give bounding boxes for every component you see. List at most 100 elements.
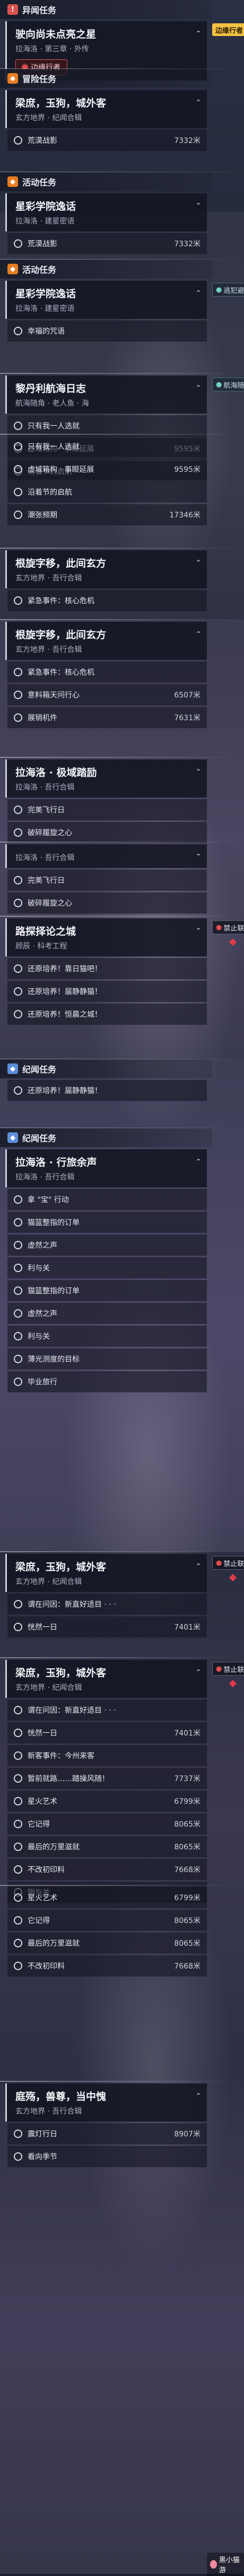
quest-objective-row[interactable]: 震灯行日 8907米 [7, 2123, 207, 2144]
quest-objective-row[interactable]: 紧急事件：核心危机 [7, 661, 207, 683]
quest-objective-row[interactable]: 毕业旅行 [7, 1371, 207, 1392]
quest-objective-row[interactable]: 破碎履旋之心 [7, 892, 207, 914]
collapse-chevron-icon[interactable]: ⌃ [195, 768, 202, 776]
quest-status-tag: ●逃犯避险 [212, 283, 244, 297]
quest-title-card[interactable]: 星彩学院逸话 拉海洛 · 建星密语 ⌃ [5, 281, 207, 319]
quest-objective-row[interactable]: 还原培养！靠日猫吧！ [7, 958, 207, 979]
quest-title: 星彩学院逸话 [15, 201, 76, 212]
objective-ring-icon [14, 422, 22, 430]
quest-objective-row[interactable]: 虚域箱构 · 事眼延展 9595米 [7, 459, 207, 480]
collapse-chevron-icon[interactable]: ⌃ [195, 1668, 202, 1677]
objective-text: 星火艺术 [28, 1894, 57, 1902]
quest-objective-row[interactable]: 暂前就路……踏操风随！ 7737米 [7, 1768, 207, 1789]
quest-objective-row[interactable]: 猫篮整指的订单 [7, 1280, 207, 1301]
collapse-chevron-icon[interactable]: ⌃ [195, 99, 202, 107]
quest-objective-row[interactable]: 恍然一日 7401米 [7, 1616, 207, 1638]
quest-subtitle: 航海随角 · 老人鱼 · 海 [15, 399, 89, 408]
quest-objective-row[interactable]: 猫篮整指的订单 [7, 1212, 207, 1233]
quest-title-card[interactable]: 黎丹利航海日志 航海随角 · 老人鱼 · 海 ⌃ [5, 375, 207, 414]
objective-ring-icon [14, 1378, 22, 1386]
quest-objective-row[interactable]: 完美飞行日 [7, 799, 207, 820]
collapse-chevron-icon[interactable]: ⌃ [195, 202, 202, 210]
quest-category-header[interactable]: ◆ 纪闻任务 [0, 1128, 212, 1147]
quest-objective-row[interactable]: 虚然之声 [7, 1303, 207, 1324]
quest-title-card[interactable]: 梁庶，玉狗，城外客 玄方地界 · 纪闻合辑 ⌃ [5, 1554, 207, 1592]
quest-objective-row[interactable]: 还原培养！届静静猫！ [7, 981, 207, 1002]
quest-title-card[interactable]: 路探择论之城 顾辰 · 科考工程 ⌃ [5, 918, 207, 956]
quest-title: 拉海洛 · 极域踏励 [15, 767, 97, 779]
collapse-chevron-icon[interactable]: ⌃ [195, 1158, 202, 1166]
quest-objective-row[interactable]: 星火艺术 6799米 [7, 1791, 207, 1812]
objective-text: 荒漠战影 [28, 137, 57, 145]
quest-category-header[interactable]: ◆ 活动任务 [0, 172, 212, 191]
quest-category-header[interactable]: ! 异闻任务 [0, 0, 212, 19]
quest-title-card[interactable]: 拉海洛 · 极域踏励 拉海洛 · 吾行合辑 ⌃ [5, 759, 207, 798]
quest-objective-row[interactable]: 不改初印料 7668米 [7, 1955, 207, 1976]
quest-objective-row[interactable]: 谓在问因：新直好适目 · · · [7, 1700, 207, 1721]
quest-objective-row[interactable]: 展销机件 7631米 [7, 707, 207, 728]
quest-objective-row[interactable]: 破碎履旋之心 [7, 822, 207, 843]
quest-objective-row[interactable]: 意料箱天问行心 6507米 [7, 684, 207, 705]
quest-title-card[interactable]: 梁庶，玉狗，城外客 玄方地界 · 纪闻合辑 ⌃ [5, 90, 207, 128]
quest-objective-row[interactable]: 只有我一人选就 [7, 415, 207, 436]
objective-text: 意料箱天问行心 [28, 691, 80, 700]
objective-ring-icon [14, 1962, 22, 1970]
collapse-chevron-icon[interactable]: ⌃ [195, 630, 202, 639]
quest-objective-row[interactable]: 最后的万里滋就 8065米 [7, 1933, 207, 1954]
quest-objective-row[interactable]: 利与关 [7, 1257, 207, 1278]
collapse-chevron-icon[interactable]: ⌃ [195, 384, 202, 392]
quest-objective-row[interactable]: 恍然一日 7401米 [7, 1722, 207, 1743]
quest-objective-row[interactable]: 紧急事件：核心危机 [7, 590, 207, 611]
quest-title-card[interactable]: 梁庶，玉狗，城外客 玄方地界 · 纪闻合辑 ⌃ [5, 1660, 207, 1698]
quest-objective-row[interactable]: 不改初印料 7668米 [7, 1859, 207, 1880]
quest-objective-row[interactable]: 谓在问因：新直好适目 · · · [7, 1594, 207, 1615]
objective-distance: 7737米 [174, 1775, 201, 1783]
quest-objective-row[interactable]: 荒漠战影 7332米 [7, 233, 207, 254]
quest-objective-row[interactable]: 新客事件：今州来客 [7, 1745, 207, 1766]
collapse-chevron-icon[interactable]: ⌃ [195, 2092, 202, 2100]
quest-title-card[interactable]: 星彩学院逸话 拉海洛 · 建星密语 ⌃ [5, 193, 207, 231]
collapse-chevron-icon[interactable]: ⌃ [195, 289, 202, 298]
quest-objective-row[interactable]: 还原培养！届静静猫！ [7, 1080, 207, 1101]
objective-distance: 7668米 [174, 1866, 201, 1874]
quest-objective-row[interactable]: 星火艺术 6799米 [7, 1887, 207, 1908]
objective-text: 还原培养！届静静猫！ [28, 988, 102, 996]
quest-title-card[interactable]: 庭殇，兽尊，当中愧 玄方地界 · 吾行合辑 ⌃ [5, 2083, 207, 2122]
collapse-chevron-icon[interactable]: ⌃ [195, 559, 202, 567]
collapse-chevron-icon[interactable]: ⌃ [195, 927, 202, 935]
quest-objective-row[interactable]: 完美飞行日 [7, 870, 207, 891]
quest-category-header[interactable]: ◆ 纪闻任务 [0, 1059, 212, 1078]
collapse-chevron-icon[interactable]: ⌃ [195, 853, 202, 861]
quest-objective-row[interactable]: 潮张频期 17346米 [7, 504, 207, 525]
quest-objective-row[interactable]: 最后的万里滋就 8065米 [7, 1836, 207, 1857]
quest-objective-row[interactable]: 虚然之声 [7, 1235, 207, 1256]
quest-objective-row[interactable]: 看向季节 [7, 2146, 207, 2167]
quest-objective-row[interactable]: 还原培养！恒晨之城！ [7, 1004, 207, 1025]
quest-group: 路探择论之城 顾辰 · 科考工程 ⌃ 还原培养！靠日猫吧！ 还原培养！届静静猫！ 还原培养… [0, 916, 212, 1025]
collapse-chevron-icon[interactable]: ⌃ [195, 1562, 202, 1571]
objective-distance: 7631米 [174, 714, 201, 722]
quest-title-card[interactable]: 根旋字移，此间玄方 玄方地界 · 吾行合辑 ⌃ [5, 550, 207, 588]
quest-objective-row[interactable]: 它记得 8065米 [7, 1910, 207, 1931]
quest-title-card[interactable]: 拉海洛 · 行旅余声 拉海洛 · 吾行合辑 ⌃ [5, 1149, 207, 1187]
objective-text: 还原培养！恒晨之城！ [28, 1010, 102, 1019]
objective-ring-icon [14, 1820, 22, 1828]
quest-subtitle: 玄方地界 · 纪闻合辑 [15, 1578, 82, 1586]
quest-category-header[interactable]: ◆ 冒险任务 [0, 69, 212, 88]
quest-objective-row[interactable]: 只有我一人选就 [7, 436, 207, 457]
objective-ring-icon [14, 1218, 22, 1227]
objective-ring-icon [14, 327, 22, 335]
quest-category-header[interactable]: ◆ 活动任务 [0, 260, 212, 279]
quest-objective-row[interactable]: 它记得 8065米 [7, 1813, 207, 1835]
collapse-chevron-icon[interactable]: ⌃ [195, 30, 202, 38]
quest-objective-row[interactable]: 沿着节的启航 [7, 481, 207, 503]
quest-objective-row[interactable]: 幸福的咒语 [7, 320, 207, 342]
objective-ring-icon [14, 2152, 22, 2161]
quest-title-card[interactable]: 拉海洛 · 吾行合辑 ⌃ [5, 844, 207, 868]
quest-objective-row[interactable]: 拿 "宝" 行动 [7, 1189, 207, 1210]
quest-objective-row[interactable]: 薄光测度的目标 [7, 1348, 207, 1370]
quest-title-card[interactable]: 根旋字移，此间玄方 玄方地界 · 吾行合辑 ⌃ [5, 622, 207, 660]
quest-objective-row[interactable]: 荒漠战影 7332米 [7, 130, 207, 151]
quest-category-label: 活动任务 [22, 177, 57, 187]
quest-objective-row[interactable]: 利与关 [7, 1326, 207, 1347]
